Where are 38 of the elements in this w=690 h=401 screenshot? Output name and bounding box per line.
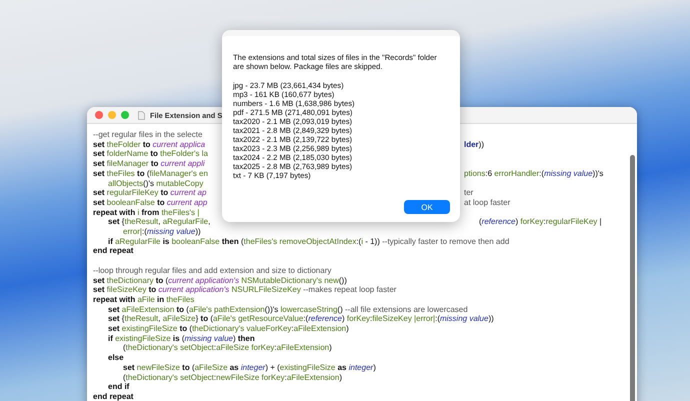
code-line: ter xyxy=(464,188,474,198)
code-line: set folderName to theFolder's la xyxy=(93,149,208,158)
code-line: ptions:6 errorHandler:(missing value))'s xyxy=(464,168,604,179)
code-line: --loop through regular files and add extension and size to dictionary xyxy=(93,266,332,275)
code-line: lder)) xyxy=(464,140,484,150)
code-line: if aRegularFile is booleanFalse then (theFiles's removeObjectAtIndex:(i - 1)) --typically faster to remove then add xyxy=(108,236,510,246)
close-button[interactable] xyxy=(95,111,103,119)
code-line: set fileSizeKey to current application's NSURLFileSizeKey --makes repeat loop faster xyxy=(93,285,396,294)
code-line: set fileManager to current appli xyxy=(93,159,205,168)
scrollbar-thumb[interactable] xyxy=(630,155,635,401)
code-line: set theFolder to current applica xyxy=(93,140,206,149)
code-line: repeat with i from theFiles's | xyxy=(93,208,200,217)
code-line: error|:(missing value)) xyxy=(123,227,201,236)
code-line: end repeat xyxy=(93,246,134,256)
code-line: (theDictionary's setObject:newFileSize forKey:aFileExtension) xyxy=(123,372,342,382)
code-line: set {theResult, aFileSize} to (aFile's getResourceValue:(reference) forKey:fileSizeKey |error|:(missing value)) xyxy=(108,314,494,324)
code-line: if existingFileSize is (missing value) then xyxy=(108,334,255,343)
zoom-button[interactable] xyxy=(121,111,129,119)
code-line: set {theResult, aRegularFile, xyxy=(108,217,210,226)
ok-button[interactable]: OK xyxy=(404,200,450,214)
code-line: end repeat xyxy=(93,392,134,401)
code-line: at loop faster xyxy=(464,198,510,208)
code-line: (reference) forKey:regularFileKey | xyxy=(479,217,602,228)
code-line: set newFileSize to (aFileSize as integer) + (existingFileSize as integer) xyxy=(123,362,376,372)
code-line: set existingFileSize to (theDictionary's valueForKey:aFileExtension) xyxy=(108,324,349,334)
code-line: set aFileExtension to (aFile's pathExtension())'s lowercaseString() --all file extensions are lowercased xyxy=(108,304,468,314)
minimize-button[interactable] xyxy=(108,111,116,119)
code-line: set theFiles to (fileManager's en xyxy=(93,168,208,178)
code-line: set booleanFalse to current app xyxy=(93,198,208,207)
document-icon xyxy=(138,110,145,120)
code-line: end if xyxy=(108,382,130,392)
code-line: --get regular files in the selecte xyxy=(93,130,202,139)
code-line: repeat with aFile in theFiles xyxy=(93,294,194,304)
code-line: (theDictionary's setObject:aFileSize forKey:aFileExtension) xyxy=(123,343,332,352)
code-line: set regularFileKey to current ap xyxy=(93,188,206,198)
code-line: allObjects()'s mutableCopy xyxy=(108,178,204,188)
code-line: set theDictionary to (current application's NSMutableDictionary's new()) xyxy=(93,276,347,285)
code-line: else xyxy=(108,353,124,362)
